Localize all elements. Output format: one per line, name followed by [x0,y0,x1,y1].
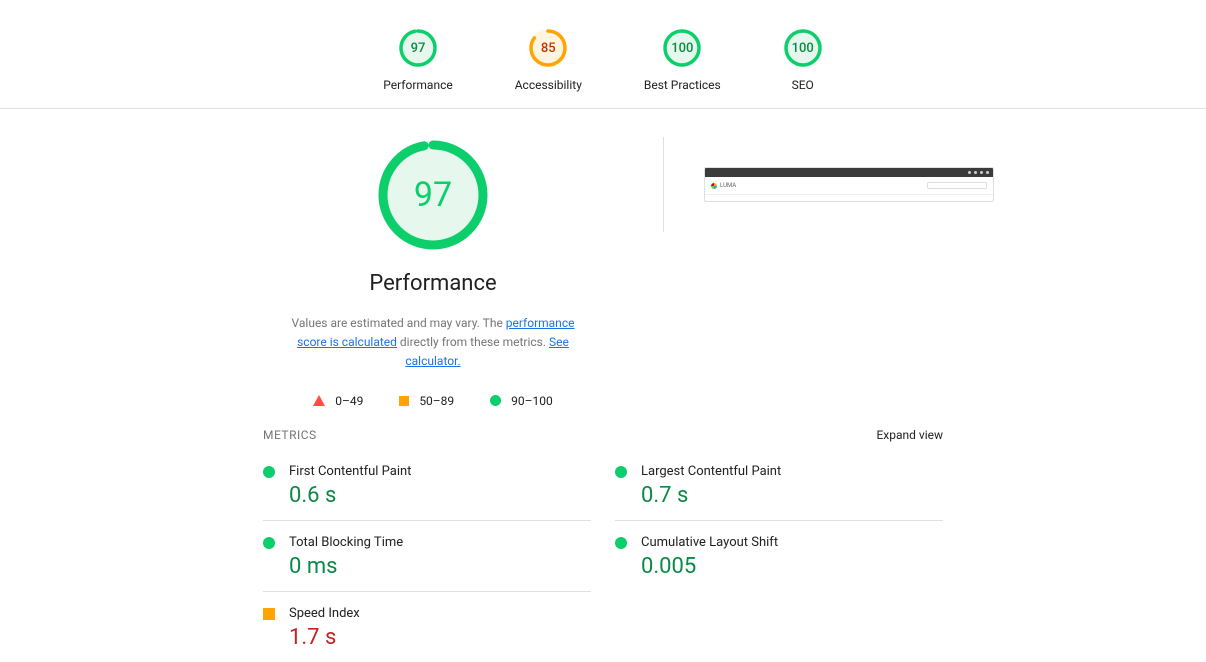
scale-fail: 0–49 [335,394,363,408]
metric-value: 0.7 s [641,483,781,508]
summary-label: Performance [383,78,452,92]
metric-value: 0 ms [289,554,403,579]
metric-value: 0.005 [641,554,778,579]
page-screenshot-thumbnail: LUMA [704,167,994,202]
metric-si: Speed Index 1.7 s [263,591,591,662]
circle-icon [490,395,501,406]
metric-name: Total Blocking Time [289,535,403,550]
metrics-heading: METRICS [263,428,317,442]
metric-name: First Contentful Paint [289,464,411,479]
gauge-seo: 100 [783,28,823,68]
expand-view-toggle[interactable]: Expand view [876,428,943,442]
metric-value: 0.6 s [289,483,411,508]
desc-text: Values are estimated and may vary. The [292,316,506,330]
category-summary-row: 97 Performance 85 Accessibility 100 Best… [0,0,1206,109]
performance-section: 97 Performance Values are estimated and … [263,137,943,662]
gauge-value: 100 [783,28,823,68]
gauge-value: 97 [398,28,438,68]
preview-search-field [927,182,987,189]
gauge-performance-big: 97 [375,137,491,253]
metric-fcp: First Contentful Paint 0.6 s [263,446,591,520]
circle-icon [615,537,627,549]
metric-name: Speed Index [289,606,360,621]
gauge-value: 85 [528,28,568,68]
scale-pass: 90–100 [511,394,553,408]
luma-logo-icon [711,183,717,189]
performance-description: Values are estimated and may vary. The p… [283,314,583,372]
triangle-icon [313,395,325,406]
circle-icon [263,466,275,478]
desc-text: directly from these metrics. [397,335,549,349]
metric-lcp: Largest Contentful Paint 0.7 s [615,446,943,520]
metric-value: 1.7 s [289,625,360,650]
metric-name: Cumulative Layout Shift [641,535,778,550]
metric-cls: Cumulative Layout Shift 0.005 [615,520,943,591]
circle-icon [615,466,627,478]
gauge-accessibility: 85 [528,28,568,68]
scale-avg: 50–89 [419,394,454,408]
gauge-big-value: 97 [375,137,491,253]
summary-label: SEO [792,78,814,92]
gauge-performance: 97 [398,28,438,68]
metrics-grid: First Contentful Paint 0.6 s Largest Con… [263,446,943,662]
gauge-value: 100 [662,28,702,68]
summary-best-practices[interactable]: 100 Best Practices [644,28,721,92]
summary-performance[interactable]: 97 Performance [383,28,452,92]
score-scale-legend: 0–49 50–89 90–100 [313,394,553,408]
preview-brand: LUMA [720,182,736,189]
summary-accessibility[interactable]: 85 Accessibility [515,28,582,92]
performance-title: Performance [369,271,496,296]
circle-icon [263,537,275,549]
summary-label: Best Practices [644,78,721,92]
metric-name: Largest Contentful Paint [641,464,781,479]
metric-tbt: Total Blocking Time 0 ms [263,520,591,591]
square-icon [399,396,409,406]
gauge-best-practices: 100 [662,28,702,68]
square-icon [263,608,275,620]
summary-label: Accessibility [515,78,582,92]
summary-seo[interactable]: 100 SEO [783,28,823,92]
